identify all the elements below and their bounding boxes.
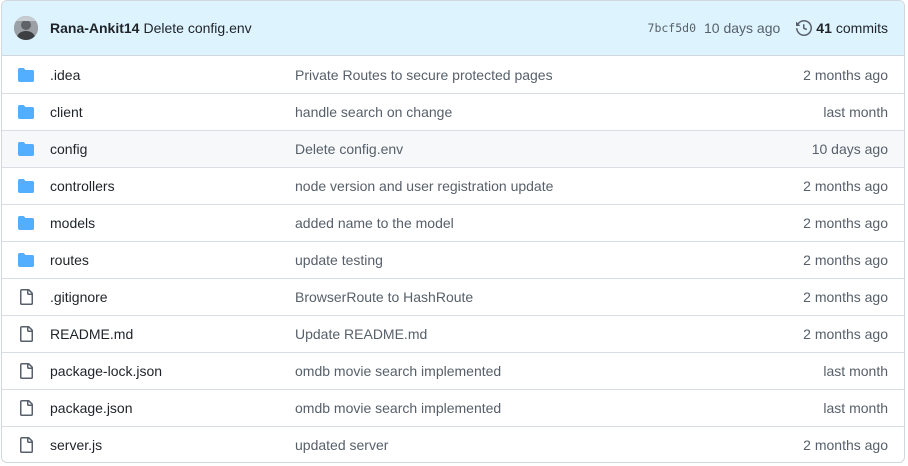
folder-icon: [17, 251, 35, 269]
folder-icon: [17, 66, 35, 84]
file-name-link[interactable]: .gitignore: [50, 289, 295, 305]
commits-label: commits: [835, 20, 888, 36]
file-commit-message-link[interactable]: BrowserRoute to HashRoute: [295, 289, 645, 305]
file-commit-message-link[interactable]: Update README.md: [295, 326, 645, 342]
file-commit-age: 2 months ago: [803, 66, 888, 83]
file-icon: [17, 288, 35, 306]
file-row[interactable]: models added name to the model 2 months ag…: [2, 204, 904, 241]
file-icon: [17, 399, 35, 417]
file-commit-age: 2 months ago: [803, 252, 888, 268]
file-row[interactable]: package-lock.json omdb movie search imple…: [2, 352, 904, 389]
commits-count: 41: [816, 20, 832, 36]
file-name-link[interactable]: client: [50, 104, 295, 120]
file-commit-message-link[interactable]: omdb movie search implemented: [295, 363, 645, 379]
file-commit-age: 2 months ago: [803, 437, 888, 453]
file-commit-message-link[interactable]: node version and user registration updat…: [295, 178, 645, 194]
file-commit-age: last month: [823, 363, 888, 379]
file-commit-message-link[interactable]: Private Routes to secure protected pages: [295, 67, 645, 83]
file-commit-age: last month: [823, 400, 888, 416]
file-name-link[interactable]: models: [50, 215, 295, 231]
commit-time: 10 days ago: [704, 20, 781, 36]
file-name-link[interactable]: .idea: [50, 67, 295, 83]
file-icon: [17, 362, 35, 380]
commit-message-link[interactable]: Delete config.env: [143, 20, 251, 36]
file-name-link[interactable]: config: [50, 141, 295, 157]
file-name-link[interactable]: README.md: [50, 326, 295, 342]
file-commit-age: 2 months ago: [803, 289, 888, 305]
commit-sha-link[interactable]: 7bcf5d0: [648, 21, 696, 35]
file-browser: Rana-Ankit14 Delete config.env 7bcf5d0 1…: [1, 0, 905, 463]
latest-commit-bar: Rana-Ankit14 Delete config.env 7bcf5d0 1…: [2, 1, 904, 56]
commits-history-link[interactable]: 41 commits: [796, 20, 888, 36]
file-commit-age: 10 days ago: [811, 141, 888, 157]
folder-icon: [17, 214, 35, 232]
file-commit-message-link[interactable]: handle search on change: [295, 104, 645, 120]
file-name-link[interactable]: routes: [50, 252, 295, 268]
file-commit-message-link[interactable]: omdb movie search implemented: [295, 400, 645, 416]
author-avatar[interactable]: [14, 16, 38, 40]
file-name-link[interactable]: controllers: [50, 178, 295, 194]
file-row[interactable]: package.json omdb movie search implemente…: [2, 389, 904, 426]
folder-icon: [17, 103, 35, 121]
folder-icon: [17, 177, 35, 195]
file-row[interactable]: controllers node version and user registr…: [2, 167, 904, 204]
file-commit-age: last month: [823, 104, 888, 120]
file-name-link[interactable]: server.js: [50, 437, 295, 453]
file-commit-message-link[interactable]: update testing: [295, 252, 645, 268]
file-commit-age: 2 months ago: [803, 215, 888, 231]
history-icon: [796, 20, 813, 36]
file-commit-message-link[interactable]: Delete config.env: [295, 141, 645, 157]
file-icon: [17, 325, 35, 343]
file-list: .idea Private Routes to secure protected …: [2, 56, 904, 462]
file-row[interactable]: routes update testing 2 months ago: [2, 241, 904, 278]
file-row[interactable]: server.js updated server 2 months ago: [2, 426, 904, 462]
file-name-link[interactable]: package.json: [50, 400, 295, 416]
file-name-link[interactable]: package-lock.json: [50, 363, 295, 379]
file-commit-message-link[interactable]: updated server: [295, 437, 645, 453]
file-row[interactable]: README.md Update README.md 2 months ago: [2, 315, 904, 352]
file-row[interactable]: .gitignore BrowserRoute to HashRoute 2 mon…: [2, 278, 904, 315]
file-row[interactable]: client handle search on change last month: [2, 93, 904, 130]
folder-icon: [17, 140, 35, 158]
file-row[interactable]: .idea Private Routes to secure protected …: [2, 56, 904, 93]
file-icon: [17, 436, 35, 454]
file-commit-age: 2 months ago: [803, 326, 888, 342]
commit-author-link[interactable]: Rana-Ankit14: [50, 20, 139, 36]
file-commit-message-link[interactable]: added name to the model: [295, 215, 645, 231]
file-commit-age: 2 months ago: [803, 178, 888, 194]
file-row[interactable]: config Delete config.env 10 days ago: [2, 130, 904, 167]
